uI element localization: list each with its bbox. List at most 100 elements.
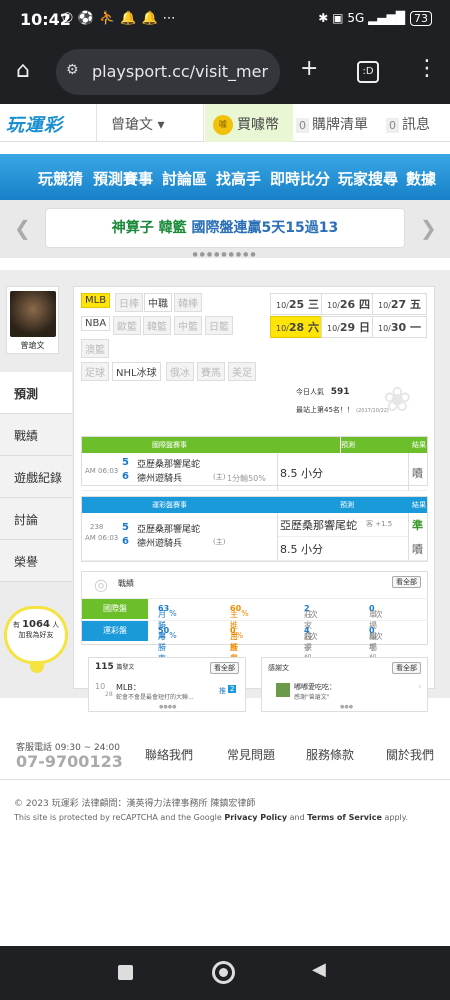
footer-about-link[interactable]: 關於我們 [386, 746, 434, 763]
divider [278, 536, 409, 537]
nav-item-guess[interactable]: 玩競猜 [38, 168, 83, 189]
date-1026[interactable]: 10/26 四 [321, 293, 377, 315]
user-menu[interactable]: 曾瑲文 ▾ [96, 104, 204, 142]
address-bar[interactable]: ⚙ playsport.cc/visit_mer [56, 49, 280, 95]
battery-icon: 73 [410, 11, 432, 26]
buy-coins-button[interactable]: 噱買噱幣 [205, 104, 293, 142]
terms-of-service-link[interactable]: Terms of Service [307, 813, 382, 822]
tab-game-log[interactable]: 遊戲紀錄 [0, 456, 72, 498]
team-number: 5 [122, 457, 129, 468]
date-month: 10/ [378, 324, 391, 333]
footer-contact-link[interactable]: 聯絡我們 [145, 746, 193, 763]
stat-unit: % [169, 631, 177, 640]
tab-discussion[interactable]: 討論 [0, 498, 72, 540]
sport-cpbl[interactable]: 中職 [144, 293, 172, 312]
messages-link[interactable]: 0 訊息 [386, 114, 430, 134]
thanks-see-all-button[interactable]: 看全部 [392, 662, 421, 674]
tab-honor[interactable]: 榮譽 [0, 540, 72, 582]
date-day: 27 [390, 298, 407, 311]
stat-unit: % [169, 609, 177, 618]
date-weekday: 一 [410, 321, 422, 334]
sport-nhl[interactable]: NHL冰球 [112, 362, 161, 381]
sport-euro-basketball[interactable]: 歐籃 [113, 316, 141, 335]
best-rank-label: 最站上第45名！！ [296, 406, 354, 414]
stats-title: 戰績 [118, 579, 134, 588]
back-icon[interactable]: ◀ [312, 959, 326, 980]
posts-see-all-button[interactable]: 看全部 [210, 662, 239, 674]
tw-pred-header: 預測 [340, 501, 354, 509]
banner-prev-icon[interactable]: ❮ [14, 216, 31, 240]
nav-item-search[interactable]: 玩家搜尋 [338, 168, 398, 189]
date-day: 29 [339, 321, 356, 334]
nav-item-live[interactable]: 即時比分 [270, 168, 330, 189]
footer-faq-link[interactable]: 常見問題 [227, 746, 275, 763]
site-logo[interactable]: 玩運彩 [6, 111, 63, 137]
recents-icon[interactable] [118, 965, 133, 980]
site-settings-icon[interactable]: ⚙ [66, 62, 79, 78]
date-1030[interactable]: 10/30 一 [372, 316, 428, 338]
profile-name: 曾瑲文 [20, 341, 45, 350]
chevron-right-icon[interactable]: › [418, 682, 422, 692]
sport-nfl[interactable]: 美足 [228, 362, 256, 381]
post-day: 28 [105, 691, 113, 698]
caret-down-icon: ▾ [157, 117, 165, 133]
notification-icons: ✆⚽⛹🔔🔔⋯ [62, 11, 181, 26]
nav-item-experts[interactable]: 找高手 [216, 168, 261, 189]
date-1027[interactable]: 10/27 五 [372, 293, 428, 315]
sport-khl[interactable]: 俄冰 [166, 362, 194, 381]
date-1029[interactable]: 10/29 日 [321, 316, 377, 338]
post-snippet[interactable]: 蛇會不會是最會短打的大聯... [116, 692, 194, 701]
sport-sbl[interactable]: 中籃 [174, 316, 202, 335]
privacy-policy-link[interactable]: Privacy Policy [224, 813, 287, 822]
banner-next-icon[interactable]: ❯ [420, 216, 437, 240]
divider [277, 453, 278, 490]
tab-switcher-button[interactable]: :D [357, 61, 379, 83]
service-phone[interactable]: 07-9700123 [16, 752, 123, 771]
avatar[interactable] [9, 291, 56, 337]
team-name: 德州遊騎兵 [137, 539, 183, 549]
sport-kbl[interactable]: 韓籃 [143, 316, 171, 335]
home-icon[interactable]: ⌂ [16, 58, 30, 83]
team-number: 5 [122, 522, 129, 533]
intl-header-label: 國際盤賽事 [152, 441, 187, 449]
tab-predict[interactable]: 預測 [0, 372, 72, 414]
cart-link[interactable]: 0 購牌清單 [296, 114, 368, 134]
sport-soccer[interactable]: 足球 [81, 362, 109, 381]
new-tab-icon[interactable]: + [300, 56, 318, 81]
nav-item-forum[interactable]: 討論區 [162, 168, 207, 189]
url-text: playsport.cc/visit_mer [92, 62, 269, 81]
browser-toolbar: ⌂ ⚙ playsport.cc/visit_mer + :D ⋮ [0, 40, 450, 104]
tab-record[interactable]: 戰績 [0, 414, 72, 456]
odds-line: 1分輸50% [227, 474, 266, 483]
date-weekday: 日 [359, 321, 371, 334]
date-1028[interactable]: 10/28 六 [270, 316, 326, 338]
posts-count: 115 [95, 662, 114, 672]
sport-nbl[interactable]: 澳籃 [81, 339, 109, 358]
nav-item-predict[interactable]: 預測賽事 [93, 168, 153, 189]
sport-npb[interactable]: 日棒 [115, 293, 143, 312]
prediction-pick: 亞歷桑那響尾蛇 [280, 519, 357, 532]
sport-bleague[interactable]: 日籃 [205, 316, 233, 335]
sport-nba[interactable]: NBA [81, 316, 111, 331]
date-month: 10/ [378, 301, 391, 310]
stats-see-all-button[interactable]: 看全部 [392, 576, 421, 588]
thanks-title[interactable]: 嘟嘟愛吃吃： [294, 682, 336, 692]
home-button-icon[interactable] [212, 961, 235, 984]
date-1025[interactable]: 10/25 三 [270, 293, 326, 315]
sport-horse[interactable]: 賽馬 [197, 362, 225, 381]
footer-terms-link[interactable]: 服務條款 [306, 746, 354, 763]
thanks-avatar[interactable] [276, 683, 290, 697]
sport-mlb[interactable]: MLB [81, 293, 111, 308]
online-friends-badge[interactable]: 有 1064 人 加我為好友 [4, 606, 68, 664]
thanks-dots: ●●● [340, 704, 354, 710]
side-tabs: 預測 戰績 遊戲紀錄 討論 榮譽 [0, 372, 72, 582]
date-weekday: 三 [308, 298, 320, 311]
thanks-snippet[interactable]: 感謝"曾瑲文" [294, 692, 330, 701]
stats-tag: 運彩盤 [82, 621, 148, 641]
status-bar: 10:42 ✆⚽⛹🔔🔔⋯ ✱ ▣ 5G ▂▄▆█ 73 [0, 0, 450, 40]
sport-kbo[interactable]: 韓棒 [174, 293, 202, 312]
banner-item[interactable]: 神算子 韓籃 國際盤連贏5天15過13 [45, 208, 405, 248]
more-menu-icon[interactable]: ⋮ [416, 56, 438, 81]
nav-item-data[interactable]: 數據 [406, 168, 436, 189]
table-row: 238 AM 06:03 5 亞歷桑那響尾蛇 6 德州遊騎兵 (主) 亞歷桑那響… [82, 513, 427, 561]
